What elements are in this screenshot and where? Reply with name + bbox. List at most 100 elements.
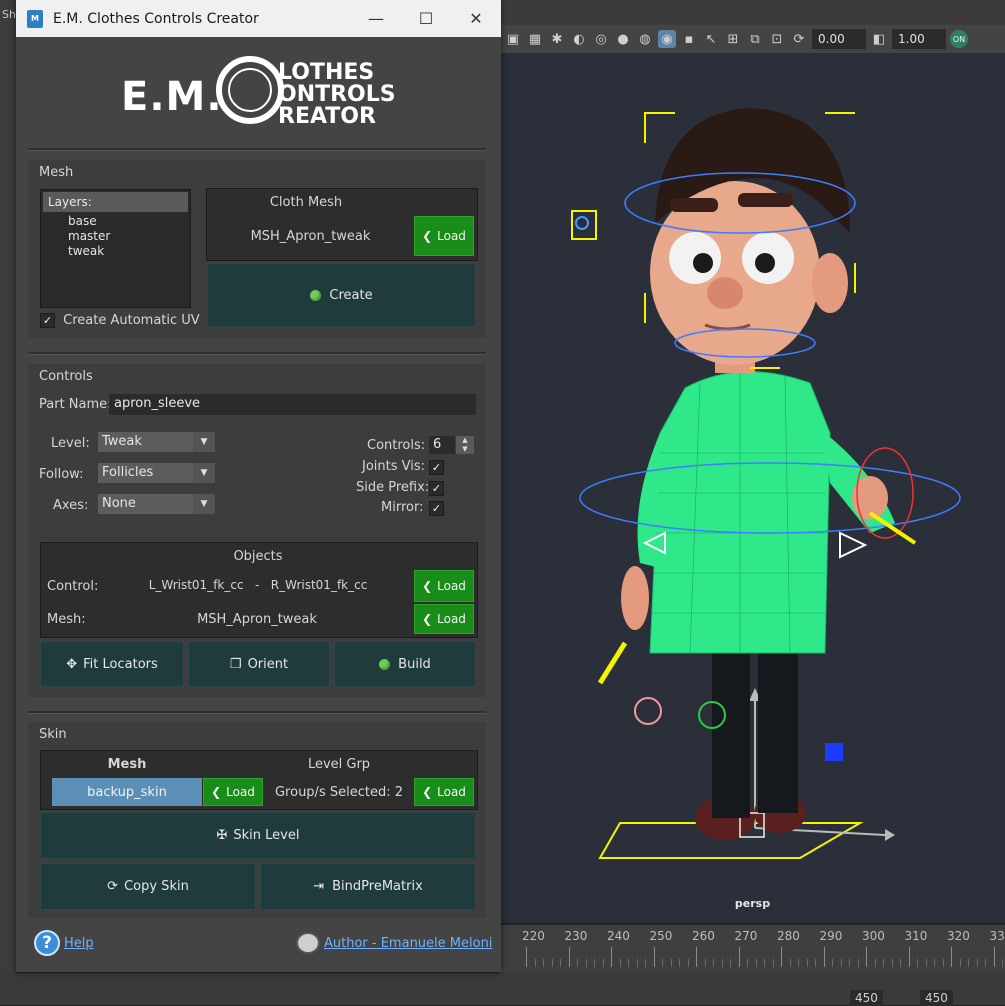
separator xyxy=(28,711,486,714)
controls-count-spinbox[interactable]: 6 xyxy=(429,436,455,454)
objects-mesh-load-button[interactable]: ❮ Load xyxy=(414,604,474,634)
load-label: Load xyxy=(437,612,466,626)
timeline[interactable]: 220 230 240 250 260 270 280 290 300 310 320 33 xyxy=(500,925,1005,973)
timeline-minor-tick xyxy=(662,959,663,967)
mesh-section-title: Mesh xyxy=(39,165,74,180)
checker-icon[interactable]: ▦ xyxy=(526,30,544,48)
author-link-row[interactable]: Author - Emanuele Meloni xyxy=(296,932,492,954)
gamma-field[interactable]: 1.00 xyxy=(892,29,946,49)
layer-item-tweak[interactable]: tweak xyxy=(41,244,190,259)
timeline-major-tick xyxy=(781,947,782,967)
create-uv-checkbox[interactable]: ✓ xyxy=(40,313,55,328)
bind-pre-matrix-button[interactable]: ⇥ BindPreMatrix xyxy=(260,863,476,910)
light-icon[interactable]: ✱ xyxy=(548,30,566,48)
timeline-minor-tick xyxy=(968,959,969,967)
blue-locator xyxy=(825,743,843,761)
left-ik-control xyxy=(634,697,662,725)
follow-dropdown[interactable]: Follicles ▼ xyxy=(98,463,215,483)
ear xyxy=(812,253,848,313)
skin-level-button[interactable]: ✠ Skin Level xyxy=(40,812,476,859)
gamma-icon[interactable]: ◧ xyxy=(870,30,888,48)
range-slider[interactable]: 450 450 xyxy=(0,973,1005,1006)
isolate-icon[interactable]: ▪ xyxy=(680,30,698,48)
viewport-persp[interactable]: persp xyxy=(500,53,1005,923)
xray-icon[interactable]: ◉ xyxy=(658,30,676,48)
spin-arrows-icon[interactable]: ▲ ▼ xyxy=(456,436,474,454)
copy-skin-label: Copy Skin xyxy=(124,879,189,894)
select-icon[interactable]: ↖ xyxy=(702,30,720,48)
skin-mesh-value[interactable]: backup_skin xyxy=(52,778,202,806)
axes-value: None xyxy=(102,496,136,511)
logo-line2: ONTROLS xyxy=(278,82,396,107)
part-name-input[interactable]: apron_sleeve xyxy=(109,394,476,415)
control-label: Control: xyxy=(47,579,99,594)
cube-icon[interactable]: ▣ xyxy=(504,30,522,48)
camera-target xyxy=(575,216,589,230)
shadow-icon[interactable]: ◐ xyxy=(570,30,588,48)
range-end-field[interactable]: 450 xyxy=(850,990,883,1006)
chevron-left-icon: ❮ xyxy=(211,785,222,799)
minimize-button[interactable]: — xyxy=(351,0,401,37)
timeline-tick-label: 310 xyxy=(904,929,928,943)
axes-dropdown[interactable]: None ▼ xyxy=(98,494,215,514)
timeline-major-tick xyxy=(696,947,697,967)
author-link[interactable]: Author - Emanuele Meloni xyxy=(324,936,492,951)
timeline-minor-tick xyxy=(645,959,646,967)
joints-vis-checkbox[interactable]: ✓ xyxy=(429,460,444,475)
wire-sphere-icon[interactable]: ◍ xyxy=(636,30,654,48)
control-load-button[interactable]: ❮ Load xyxy=(414,570,474,602)
timeline-minor-tick xyxy=(798,959,799,967)
create-button[interactable]: Create xyxy=(207,263,476,327)
layer-item-base[interactable]: base xyxy=(41,214,190,229)
logo-line1: LOTHES xyxy=(278,60,375,85)
fit-locators-button[interactable]: ✥ Fit Locators xyxy=(40,641,184,687)
level-grp-load-button[interactable]: ❮ Load xyxy=(414,778,474,806)
create-uv-row[interactable]: ✓ Create Automatic UV xyxy=(40,313,200,328)
window-title: E.M. Clothes Controls Creator xyxy=(53,10,259,27)
help-link-row[interactable]: ? Help xyxy=(34,930,94,956)
maximize-button[interactable]: ☐ xyxy=(401,0,451,37)
fit-locators-icon: ✥ xyxy=(66,656,78,672)
exposure-icon[interactable]: ⟳ xyxy=(790,30,808,48)
viewport-toolbar: ▣ ▦ ✱ ◐ ◎ ● ◍ ◉ ▪ ↖ ⊞ ⧉ ⊡ ⟳ 0.00 ◧ 1.00 … xyxy=(500,25,1005,53)
exposure-field[interactable]: 0.00 xyxy=(812,29,866,49)
right-brow xyxy=(738,193,793,207)
chevron-left-icon: ❮ xyxy=(422,785,433,799)
close-button[interactable]: ✕ xyxy=(451,0,501,37)
ambient-icon[interactable]: ◎ xyxy=(592,30,610,48)
timeline-minor-tick xyxy=(534,959,536,967)
skin-mesh-load-button[interactable]: ❮ Load xyxy=(203,778,263,806)
separator xyxy=(28,148,486,151)
logo-line3: REATOR xyxy=(278,104,376,129)
grid-icon[interactable]: ⊞ xyxy=(724,30,742,48)
color-management-toggle[interactable]: ON xyxy=(950,30,968,48)
level-dropdown[interactable]: Tweak ▼ xyxy=(98,432,215,452)
animation-end-field[interactable]: 450 xyxy=(920,990,953,1006)
timeline-minor-tick xyxy=(815,959,816,967)
left-pupil xyxy=(693,253,713,273)
timeline-minor-tick xyxy=(594,959,595,967)
orient-label: Orient xyxy=(247,656,289,672)
logo-c-ring xyxy=(216,56,284,124)
layer-item-master[interactable]: master xyxy=(41,229,190,244)
timeline-major-tick xyxy=(526,947,527,967)
load-label: Load xyxy=(226,785,255,799)
copy-skin-button[interactable]: ⟳ Copy Skin xyxy=(40,863,256,910)
camera-icon[interactable]: ⧉ xyxy=(746,30,764,48)
chevron-down-icon: ▼ xyxy=(193,494,215,514)
maya-menu-strip xyxy=(500,0,1005,25)
timeline-minor-tick xyxy=(543,959,544,967)
sphere-icon[interactable]: ● xyxy=(614,30,632,48)
help-link[interactable]: Help xyxy=(64,936,94,951)
help-icon[interactable]: ? xyxy=(34,930,60,956)
layers-list[interactable]: Layers: base master tweak xyxy=(40,189,191,308)
left-flag xyxy=(597,641,628,685)
title-bar[interactable]: M E.M. Clothes Controls Creator — ☐ ✕ xyxy=(16,0,501,37)
cloth-mesh-load-button[interactable]: ❮ Load xyxy=(414,216,474,256)
side-prefix-checkbox[interactable]: ✓ xyxy=(429,481,444,496)
mirror-checkbox[interactable]: ✓ xyxy=(429,501,444,516)
frame-icon[interactable]: ⊡ xyxy=(768,30,786,48)
timeline-minor-tick xyxy=(577,959,578,967)
orient-button[interactable]: ❒ Orient xyxy=(188,641,330,687)
build-button[interactable]: Build xyxy=(334,641,476,687)
